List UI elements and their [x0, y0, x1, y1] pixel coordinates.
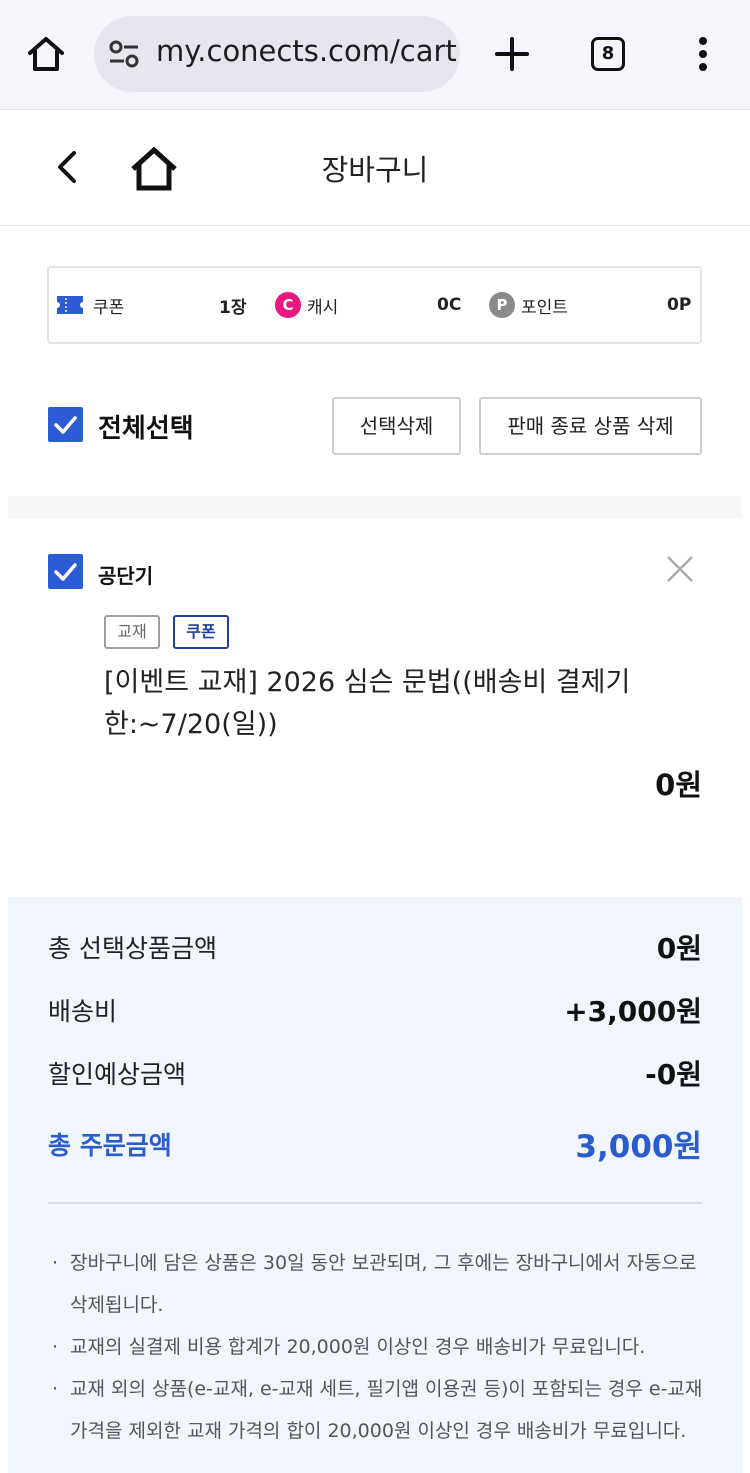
benefit-summary-box: 쿠폰 1장 C 캐시 0C P 포인트 0P: [47, 266, 702, 344]
section-divider: [8, 496, 742, 518]
app-header: 장바구니: [0, 111, 750, 226]
cash-label: 캐시: [307, 297, 339, 318]
check-icon: [54, 416, 77, 434]
coupon-label: 쿠폰: [93, 297, 125, 318]
browser-home-icon[interactable]: [26, 34, 66, 74]
check-icon: [54, 563, 77, 581]
item-type-tag: 교재: [104, 615, 160, 649]
site-settings-icon[interactable]: [108, 40, 140, 68]
note-item: · 장바구니에 담은 상품은 30일 동안 보관되며, 그 후에는 장바구니에서 …: [52, 1252, 697, 1316]
select-all-checkbox[interactable]: [48, 407, 83, 442]
product-name[interactable]: [이벤트 교재] 2026 심슨 문법((배송비 결제기한:~7/20(일)): [104, 662, 664, 746]
cash-icon: C: [275, 292, 301, 318]
seller-checkbox[interactable]: [48, 554, 83, 589]
note-text: 교재의 실결제 비용 합계가 20,000원 이상인 경우 배송비가 무료입니다…: [70, 1336, 646, 1358]
note-item: · 교재의 실결제 비용 합계가 20,000원 이상인 경우 배송비가 무료입니…: [52, 1336, 646, 1358]
discount-value: -0원: [645, 1058, 702, 1091]
total-row: 총 주문금액 3,000원: [48, 1121, 702, 1166]
more-menu-icon[interactable]: [697, 36, 709, 72]
delete-ended-items-button[interactable]: 판매 종료 상품 삭제: [479, 397, 702, 455]
summary-divider: [48, 1202, 702, 1204]
page-title: 장바구니: [321, 153, 429, 187]
order-summary: 총 선택상품금액 0원 배송비 +3,000원 할인예상금액 -0원 총 주문금…: [8, 897, 742, 1473]
selected-amount-value: 0원: [656, 932, 702, 965]
cash-summary[interactable]: C 캐시: [275, 268, 338, 342]
coupon-value: 1장: [219, 268, 246, 342]
point-value: 0P: [667, 268, 691, 342]
select-all-label[interactable]: 전체선택: [98, 408, 194, 445]
coupon-icon: [57, 296, 83, 314]
coupon-summary[interactable]: 쿠폰: [57, 268, 124, 342]
point-amount: 0P: [667, 295, 692, 315]
shipping-row: 배송비 +3,000원: [48, 990, 702, 1030]
tab-switcher-button[interactable]: 8: [591, 37, 625, 71]
coupon-tag[interactable]: 쿠폰: [173, 615, 229, 649]
browser-toolbar: my.conects.com/cart 8: [0, 0, 750, 110]
address-bar[interactable]: my.conects.com/cart: [94, 16, 460, 92]
point-label: 포인트: [521, 297, 568, 318]
item-price: 0원: [655, 768, 702, 802]
url-text: my.conects.com/cart: [156, 34, 457, 68]
discount-row: 할인예상금액 -0원: [48, 1053, 702, 1093]
selected-amount-label: 총 선택상품금액: [48, 934, 217, 963]
shipping-label: 배송비: [48, 997, 118, 1026]
remove-item-icon[interactable]: [664, 553, 696, 585]
note-text: 교재 외의 상품(e-교재, e-교재 세트, 필기앱 이용권 등)이 포함되는…: [70, 1378, 703, 1442]
delete-selected-button[interactable]: 선택삭제: [332, 397, 461, 455]
coupon-count: 1장: [219, 297, 247, 318]
point-icon: P: [489, 292, 515, 318]
note-text: 장바구니에 담은 상품은 30일 동안 보관되며, 그 후에는 장바구니에서 자…: [70, 1252, 697, 1316]
discount-label: 할인예상금액: [48, 1060, 187, 1089]
note-item: · 교재 외의 상품(e-교재, e-교재 세트, 필기앱 이용권 등)이 포함되…: [52, 1378, 703, 1442]
seller-name: 공단기: [98, 564, 154, 588]
total-value: 3,000원: [575, 1129, 702, 1165]
selected-amount-row: 총 선택상품금액 0원: [48, 927, 702, 967]
point-summary[interactable]: P 포인트: [489, 268, 568, 342]
cart-notes: · 장바구니에 담은 상품은 30일 동안 보관되며, 그 후에는 장바구니에서 …: [48, 1242, 708, 1452]
cash-value: 0C: [437, 268, 461, 342]
shipping-value: +3,000원: [564, 995, 702, 1028]
total-label: 총 주문금액: [48, 1130, 172, 1160]
new-tab-icon[interactable]: [494, 36, 530, 72]
cash-amount: 0C: [437, 295, 462, 315]
